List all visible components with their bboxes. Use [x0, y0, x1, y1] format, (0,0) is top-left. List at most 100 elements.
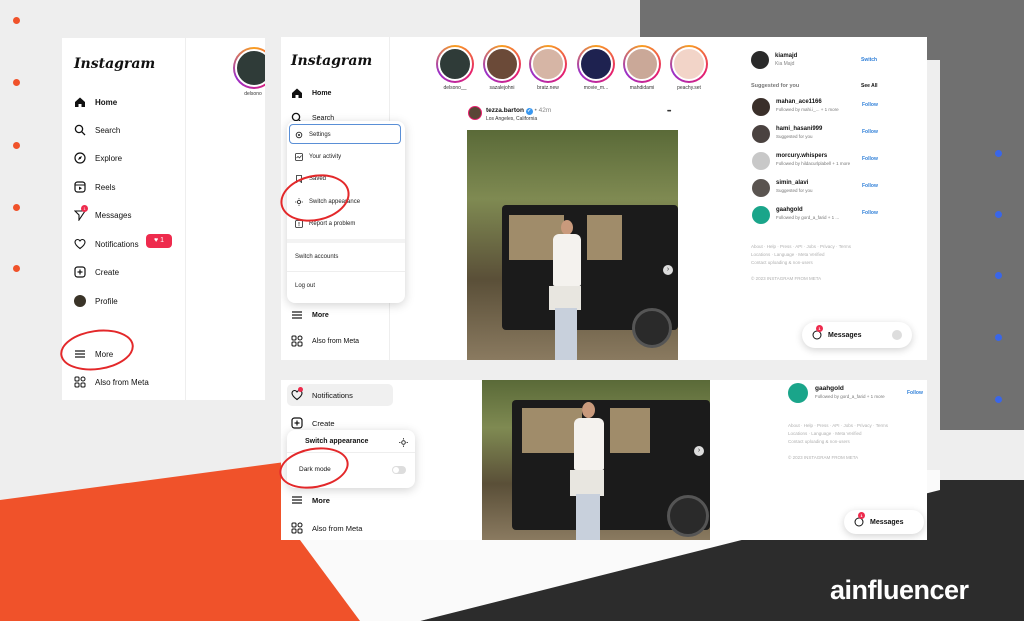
menu-item-your-activity[interactable]: Your activity: [295, 153, 341, 161]
menu-label: Log out: [295, 283, 316, 289]
menu-item-log-out[interactable]: Log out: [295, 283, 315, 289]
my-username[interactable]: kiamajd: [775, 53, 797, 59]
woman-skirt: [570, 470, 604, 496]
home-icon: [75, 97, 85, 107]
post-image[interactable]: ›: [482, 380, 710, 540]
suggestion-username[interactable]: gaahgold: [815, 385, 844, 392]
follow-button[interactable]: Follow: [862, 156, 878, 162]
messages-pill[interactable]: 1 Messages: [802, 322, 912, 348]
nav-home[interactable]: Home: [291, 87, 331, 99]
footer-links[interactable]: Locations · Language · Meta Verified: [751, 251, 851, 259]
nav-label: Notifications: [95, 239, 139, 249]
suggestion-avatar[interactable]: [752, 152, 770, 170]
suggestion-avatar[interactable]: [788, 383, 808, 403]
verified-badge-icon: ✓: [525, 108, 533, 115]
messages-badge: 1: [81, 205, 88, 212]
instagram-logo[interactable]: Instagram: [291, 53, 372, 69]
messages-pill[interactable]: 1 Messages: [844, 510, 924, 534]
footer-links[interactable]: Locations · Language · Meta Verified: [788, 430, 888, 438]
jeep-wheel: [667, 495, 709, 537]
suggestion-avatar[interactable]: [752, 179, 770, 197]
nav-create[interactable]: Create: [74, 266, 119, 278]
menu-divider: [287, 271, 405, 272]
jeep-wheel: [632, 308, 672, 348]
post-author-avatar[interactable]: [468, 106, 482, 120]
nav-label: Also from Meta: [312, 523, 363, 533]
suggestion-row: gaahgold Followed by gord_a_farid + 1 ..…: [752, 204, 882, 226]
follow-button[interactable]: Follow: [862, 183, 878, 189]
activity-icon: [295, 153, 303, 161]
nav-label: Also from Meta: [95, 377, 149, 387]
story-name: delsono: [244, 91, 262, 97]
nav-label: More: [312, 495, 330, 505]
story-item[interactable]: movie_m...: [576, 45, 616, 91]
menu-item-settings[interactable]: Settings: [295, 131, 331, 139]
dark-mode-toggle[interactable]: [392, 466, 406, 474]
follow-button[interactable]: Follow: [862, 102, 878, 108]
suggestion-avatar[interactable]: [752, 98, 770, 116]
menu-label: Report a problem: [309, 221, 356, 227]
nav-also-from-meta[interactable]: Also from Meta: [291, 335, 359, 347]
menu-label: Your activity: [309, 154, 342, 160]
nav-label: More: [312, 311, 329, 319]
story-item[interactable]: sazalejohni: [482, 45, 522, 91]
story-item[interactable]: peachy.set: [669, 45, 709, 91]
see-all-link[interactable]: See All: [861, 83, 878, 89]
post-author-name[interactable]: tezza.barton: [486, 107, 524, 114]
plus-square-icon: [74, 266, 86, 278]
notification-dot: [298, 387, 303, 392]
story-item[interactable]: bratz.new: [528, 45, 568, 91]
suggestion-avatar[interactable]: [752, 125, 770, 143]
sun-icon: [399, 438, 408, 447]
nav-more[interactable]: More: [291, 494, 330, 506]
nav-create[interactable]: Create: [291, 417, 335, 429]
my-fullname: Kia Majd: [775, 61, 795, 67]
story-item[interactable]: delsono: [233, 47, 265, 97]
messenger-icon: 1: [812, 325, 823, 340]
jeep-window: [522, 408, 582, 453]
footer-links[interactable]: About · Help · Press · API · Jobs · Priv…: [788, 422, 888, 430]
menu-label: Switch accounts: [295, 254, 339, 260]
divider: [185, 38, 186, 400]
suggestion-username[interactable]: simin_alavi: [776, 180, 808, 186]
suggestion-username[interactable]: mahan_ace1166: [776, 99, 822, 105]
follow-button[interactable]: Follow: [907, 390, 923, 396]
nav-explore[interactable]: Explore: [74, 152, 122, 164]
instagram-logo[interactable]: Instagram: [74, 56, 155, 72]
story-name: sazalejohni: [489, 85, 515, 91]
my-avatar[interactable]: [751, 51, 769, 69]
menu-item-switch-accounts[interactable]: Switch accounts: [295, 254, 338, 260]
nav-home[interactable]: Home: [74, 96, 117, 108]
messenger-icon: 1: [854, 512, 865, 527]
post-location[interactable]: Los Angeles, California: [486, 116, 537, 122]
nav-reels[interactable]: Reels: [74, 181, 115, 193]
next-image-arrow-icon[interactable]: ›: [663, 265, 673, 275]
suggestion-username[interactable]: hami_hasani999: [776, 126, 822, 132]
heart-icon: [74, 238, 86, 250]
next-image-arrow-icon[interactable]: ›: [694, 446, 704, 456]
nav-more[interactable]: More: [291, 309, 329, 321]
story-item[interactable]: mahdidami: [622, 45, 662, 91]
plus-square-icon: [291, 417, 303, 429]
story-item[interactable]: delsono__: [435, 45, 475, 91]
follow-button[interactable]: Follow: [862, 129, 878, 135]
suggestion-username[interactable]: morcury.whispers: [776, 153, 827, 159]
footer-links[interactable]: Contact uploading & non-users: [751, 259, 851, 267]
nav-also-from-meta[interactable]: Also from Meta: [291, 522, 362, 534]
nav-also-from-meta[interactable]: Also from Meta: [74, 376, 149, 388]
suggestion-avatar[interactable]: [752, 206, 770, 224]
nav-search[interactable]: Search: [74, 124, 120, 136]
woman-head: [582, 402, 595, 418]
ainfluencer-logo: ainfluencer: [830, 575, 969, 605]
footer-links[interactable]: Contact uploading & non-users: [788, 438, 888, 446]
nav-notifications[interactable]: Notifications: [74, 238, 139, 250]
nav-label: Profile: [95, 296, 118, 306]
post-image[interactable]: ›: [467, 130, 678, 360]
post-more-icon[interactable]: •••: [667, 109, 671, 115]
notifications-badge: ♥ 1: [146, 234, 172, 248]
switch-button[interactable]: Switch: [861, 57, 877, 63]
nav-profile[interactable]: Profile: [74, 295, 118, 307]
suggestion-username[interactable]: gaahgold: [776, 207, 803, 213]
footer-links[interactable]: About · Help · Press · API · Jobs · Priv…: [751, 243, 851, 251]
follow-button[interactable]: Follow: [862, 210, 878, 216]
